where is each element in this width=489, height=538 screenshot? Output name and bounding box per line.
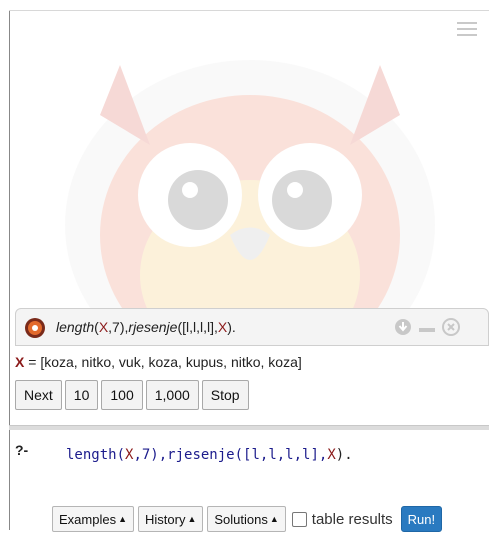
query-variable: X <box>98 319 109 335</box>
query-text: ([l,l,l,l], <box>177 319 218 335</box>
examples-label: Examples <box>59 511 117 527</box>
caret-up-icon: ▲ <box>118 514 127 524</box>
editor-text: ). <box>335 447 353 463</box>
top-border <box>9 10 489 11</box>
table-results-checkbox[interactable]: table results <box>291 510 393 528</box>
next-1000-button[interactable]: 1,000 <box>145 380 199 410</box>
next-button[interactable]: Next <box>15 380 62 410</box>
answer-equals: = <box>24 354 41 370</box>
editor-text: ,7),rjesenje([l,l,l,l], <box>133 447 328 463</box>
answer-variable: X <box>15 354 25 370</box>
table-results-label: table results <box>311 510 393 528</box>
history-label: History <box>145 511 186 527</box>
query-text: ,7), <box>108 319 129 335</box>
editor-text: length( <box>66 447 126 463</box>
checkbox-box[interactable] <box>291 511 307 527</box>
query-result-pane: length(X,7),rjesenje([l,l,l,l],X). X = [… <box>15 308 489 420</box>
answer-value: [koza, nitko, vuk, koza, kupus, nitko, k… <box>40 354 302 370</box>
run-button[interactable]: Run! <box>400 506 443 532</box>
query-prompt: ?- <box>15 442 29 458</box>
solution-buttons: Next 10 100 1,000 Stop <box>15 380 249 410</box>
query-editor[interactable]: length(X,7),rjesenje([l,l,l,l],X). <box>66 447 353 463</box>
query-header: length(X,7),rjesenje([l,l,l,l],X). <box>15 308 489 346</box>
next-100-button[interactable]: 100 <box>101 380 143 410</box>
editor-variable: X <box>327 447 336 463</box>
close-icon[interactable] <box>442 318 460 336</box>
examples-button[interactable]: Examples ▲ <box>52 506 134 532</box>
hamburger-menu-icon[interactable] <box>457 22 477 38</box>
pane-splitter[interactable] <box>9 425 489 430</box>
minimize-icon[interactable] <box>418 318 436 336</box>
query-predicate-rjesenje: rjesenje <box>128 319 178 335</box>
solutions-label: Solutions <box>214 511 268 527</box>
query-predicate-length: length <box>56 319 95 335</box>
swi-prolog-gear-icon <box>25 318 45 338</box>
download-icon[interactable] <box>394 318 412 336</box>
caret-up-icon: ▲ <box>187 514 197 524</box>
query-toolbar: Examples ▲ History ▲ Solutions ▲ table resu… <box>52 506 443 532</box>
solutions-button[interactable]: Solutions ▲ <box>207 506 286 532</box>
caret-up-icon: ▲ <box>269 514 279 524</box>
history-button[interactable]: History ▲ <box>138 506 204 532</box>
left-border <box>9 10 10 530</box>
answer-line: X = [koza, nitko, vuk, koza, kupus, nitk… <box>15 354 302 370</box>
query-title: length(X,7),rjesenje([l,l,l,l],X). <box>56 319 236 335</box>
next-10-button[interactable]: 10 <box>64 380 99 410</box>
query-variable: X <box>217 319 228 335</box>
stop-button[interactable]: Stop <box>201 380 249 410</box>
query-text: ). <box>227 319 236 335</box>
